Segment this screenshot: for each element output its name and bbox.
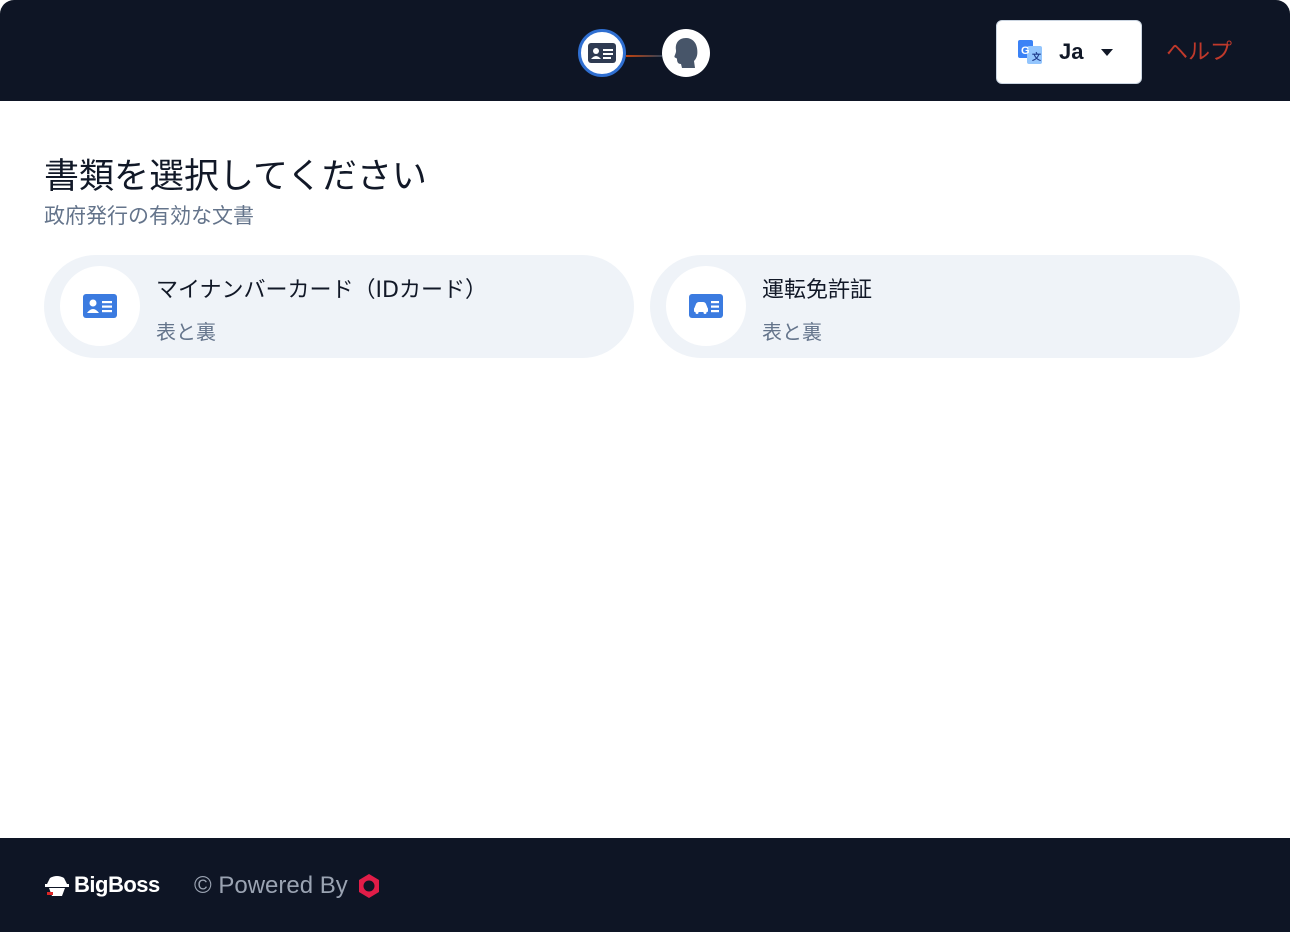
document-subtitle: 表と裏	[762, 320, 822, 344]
id-card-icon	[588, 43, 616, 63]
powered-by: © Powered By	[194, 872, 382, 900]
document-subtitle: 表と裏	[156, 320, 216, 344]
top-bar: G 文 Ja ヘルプ	[0, 0, 1290, 101]
svg-text:文: 文	[1031, 51, 1042, 62]
google-translate-icon: G 文	[1018, 40, 1042, 64]
chevron-down-icon	[1101, 49, 1113, 56]
page-subtitle: 政府発行の有効な文書	[44, 204, 254, 228]
driver-license-icon	[689, 294, 723, 318]
card-icon-container	[666, 266, 746, 346]
footer: BigBoss © Powered By	[0, 838, 1290, 932]
language-selector[interactable]: G 文 Ja	[996, 20, 1142, 84]
progress-steps	[578, 29, 712, 77]
id-card-icon	[83, 294, 117, 318]
card-icon-container	[60, 266, 140, 346]
svg-text:G: G	[1021, 45, 1030, 57]
powered-by-label: © Powered By	[194, 872, 348, 899]
page-title: 書類を選択してください	[44, 157, 427, 197]
step-document	[578, 29, 626, 77]
document-title: 運転免許証	[762, 278, 873, 303]
provider-logo-icon	[358, 874, 379, 898]
document-option-driver-license[interactable]: 運転免許証 表と裏	[650, 255, 1240, 358]
document-option-mynumber[interactable]: マイナンバーカード（IDカード） 表と裏	[44, 255, 634, 358]
face-icon	[674, 38, 698, 68]
document-title: マイナンバーカード（IDカード）	[156, 278, 487, 303]
step-connector	[626, 55, 662, 57]
detective-icon	[45, 876, 69, 896]
step-face	[662, 29, 710, 77]
brand-name: BigBoss	[74, 872, 160, 897]
language-label: Ja	[1059, 39, 1084, 64]
help-link[interactable]: ヘルプ	[1166, 34, 1232, 66]
brand-logo: BigBoss	[44, 872, 160, 898]
